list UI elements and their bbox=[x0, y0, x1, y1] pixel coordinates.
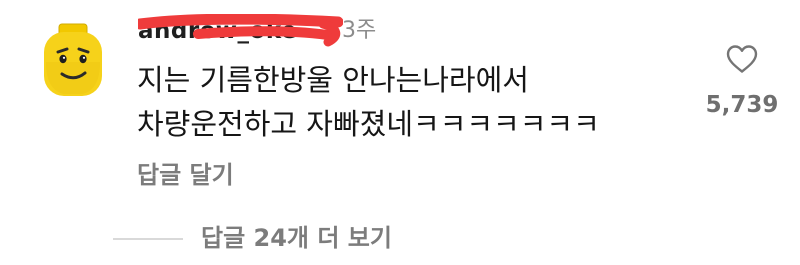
redaction-scribble bbox=[138, 14, 343, 47]
reply-button[interactable]: 답글 달기 bbox=[137, 158, 234, 192]
lego-head-icon bbox=[44, 23, 102, 96]
divider bbox=[113, 238, 183, 240]
like-count: 5,739 bbox=[705, 92, 779, 118]
like-area: 5,739 bbox=[700, 40, 784, 130]
view-more-replies-button[interactable]: 답글 24개 더 보기 bbox=[201, 221, 392, 255]
username-area[interactable]: andrew_oke bbox=[138, 14, 343, 48]
comment-text-line: 차량운전하고 자빠졌네ㅋㅋㅋㅋㅋㅋㅋ bbox=[137, 107, 600, 141]
comment-timestamp: 3주 bbox=[342, 18, 377, 43]
heart-outline-icon[interactable] bbox=[726, 44, 758, 74]
avatar[interactable] bbox=[34, 22, 112, 100]
view-more-replies-row: 답글 24개 더 보기 bbox=[0, 218, 800, 258]
comment-item: andrew_oke 3주 지는 기름한방울 안나는나라에서 차량운전하고 자빠… bbox=[0, 0, 800, 205]
comment-text-line: 지는 기름한방울 안나는나라에서 bbox=[137, 63, 529, 97]
comment-text: 지는 기름한방울 안나는나라에서 차량운전하고 자빠졌네ㅋㅋㅋㅋㅋㅋㅋ bbox=[137, 58, 697, 146]
